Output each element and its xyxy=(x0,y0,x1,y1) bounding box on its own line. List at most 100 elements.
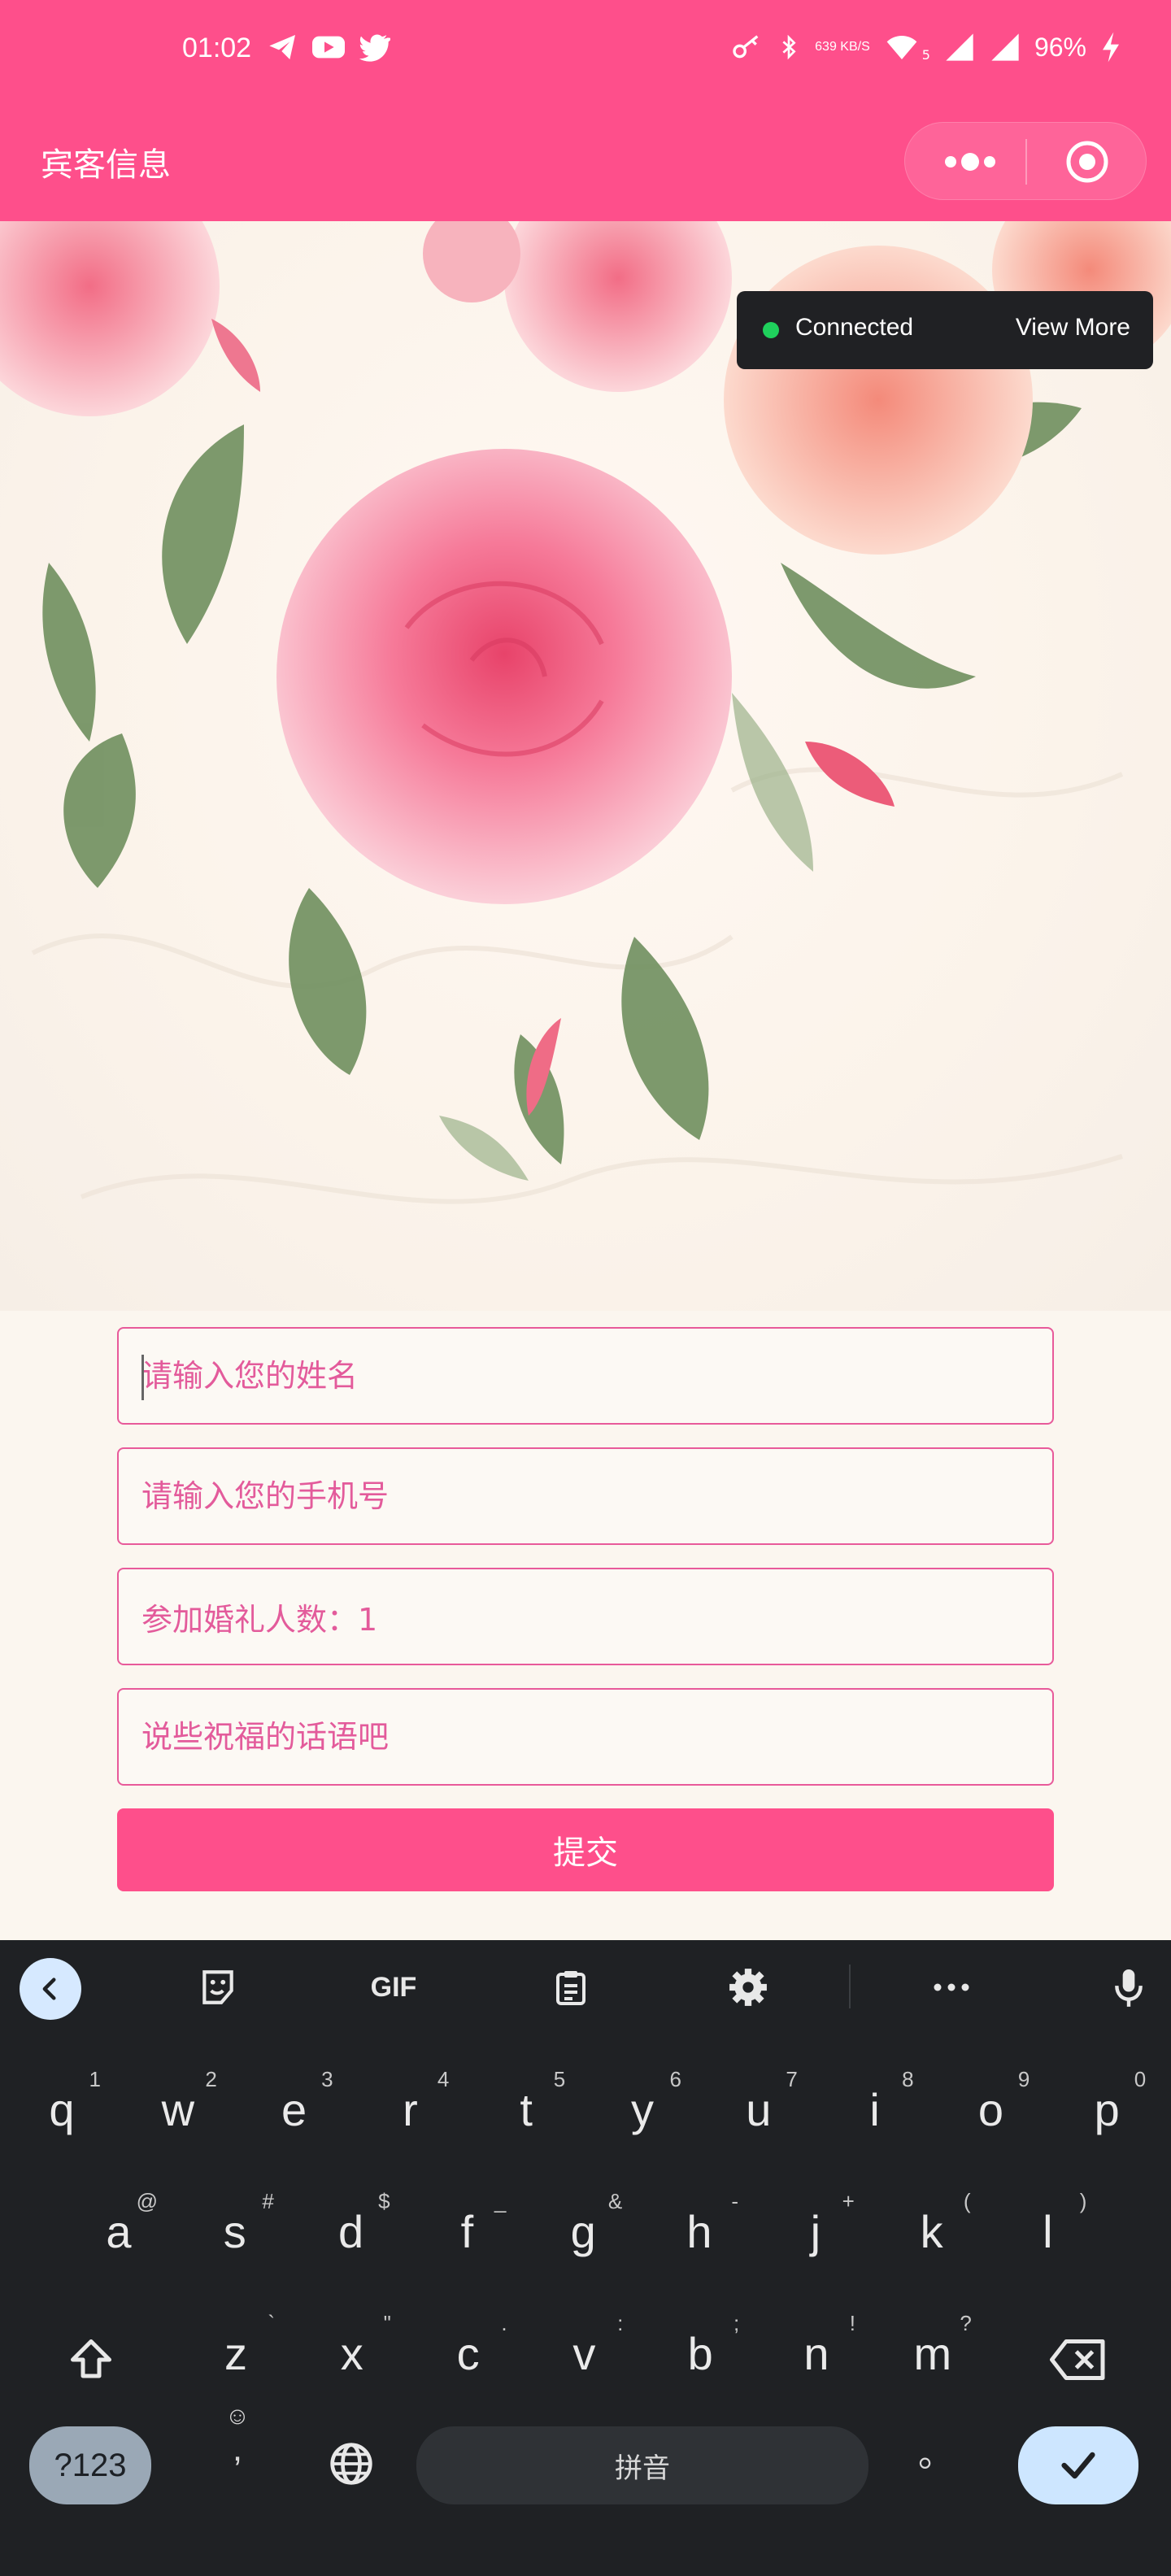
key-b[interactable]: b; xyxy=(651,2295,749,2400)
key-alt-symbol: # xyxy=(262,2189,274,2213)
toolbar-divider xyxy=(849,1965,851,2008)
key-d[interactable]: d $ xyxy=(303,2173,400,2278)
emoji-icon: ☺ xyxy=(224,2403,250,2430)
key-f[interactable]: f _ xyxy=(418,2173,516,2278)
key-t[interactable]: t5 xyxy=(477,2051,575,2156)
voice-input-button[interactable] xyxy=(1106,1965,1151,2010)
twitter-icon xyxy=(359,34,390,62)
key-y[interactable]: y6 xyxy=(594,2051,691,2156)
keyboard-row-2: a @ s # d $ f _ g & h - j + k(l) xyxy=(0,2173,1171,2295)
gear-icon xyxy=(729,1969,767,2006)
key-alt-symbol: 1 xyxy=(89,2067,101,2091)
key-alt-symbol: : xyxy=(617,2311,624,2335)
network-speed: 639 KB/S xyxy=(815,40,870,54)
connected-status-dot xyxy=(763,322,779,338)
key-o[interactable]: o9 xyxy=(942,2051,1039,2156)
key-q[interactable]: q1 xyxy=(13,2051,111,2156)
key-p[interactable]: p0 xyxy=(1058,2051,1156,2156)
guest-count-input[interactable] xyxy=(119,1569,1052,1664)
status-right-icons: 639 KB/S 5 96% xyxy=(730,31,1122,63)
soft-keyboard: GIF q1w2e3r4t5y6u7i8o9p0 a @ s # d $ f _ g & h - j + k… xyxy=(0,1940,1171,2576)
close-mini-program-icon[interactable] xyxy=(1064,139,1110,185)
status-time: 01:02 xyxy=(182,33,252,63)
key-w[interactable]: w2 xyxy=(129,2051,227,2156)
key-c[interactable]: c. xyxy=(420,2295,517,2400)
name-field-container xyxy=(117,1327,1054,1425)
signal-icon xyxy=(991,33,1019,61)
blessing-input[interactable] xyxy=(119,1690,1052,1784)
comma-label: , xyxy=(232,2429,243,2469)
more-icon[interactable] xyxy=(938,146,1003,178)
connection-toast: Connected View More xyxy=(737,291,1153,369)
key-alt-symbol: 5 xyxy=(553,2067,566,2091)
symbols-key[interactable]: ?123 xyxy=(29,2426,151,2504)
key-alt-symbol: - xyxy=(731,2189,738,2213)
keyboard-toolbar: GIF xyxy=(0,1940,1171,2034)
capsule-divider xyxy=(1025,139,1027,185)
youtube-icon xyxy=(312,36,345,59)
clipboard-icon xyxy=(556,1971,586,2005)
key-x[interactable]: x " xyxy=(303,2295,401,2400)
key-l[interactable]: l) xyxy=(999,2173,1096,2278)
blessing-field-container xyxy=(117,1688,1054,1786)
battery-level: 96% xyxy=(1034,32,1086,62)
key-j[interactable]: j + xyxy=(767,2173,864,2278)
more-options-button[interactable] xyxy=(929,1965,974,2010)
gif-button[interactable]: GIF xyxy=(361,1965,426,2010)
key-i[interactable]: i8 xyxy=(826,2051,924,2156)
globe-icon[interactable] xyxy=(329,2441,374,2487)
key-u[interactable]: u7 xyxy=(710,2051,808,2156)
keyboard-back-button[interactable] xyxy=(20,1958,81,2020)
key-alt-symbol: _ xyxy=(494,2189,507,2213)
key-v[interactable]: v: xyxy=(535,2295,633,2400)
backspace-key[interactable] xyxy=(1038,2319,1119,2400)
key-alt-symbol: @ xyxy=(136,2189,158,2213)
sticker-button[interactable] xyxy=(195,1965,241,2010)
key-alt-symbol: 3 xyxy=(321,2067,333,2091)
period-key[interactable]: 。 xyxy=(916,2425,956,2498)
wifi-icon xyxy=(886,36,917,59)
microphone-icon xyxy=(1115,1969,1143,2007)
shift-key[interactable] xyxy=(50,2319,132,2400)
settings-button[interactable] xyxy=(725,1965,771,2010)
network-type: 5 xyxy=(921,46,930,63)
keyboard-row-1: q1w2e3r4t5y6u7i8o9p0 xyxy=(0,2051,1171,2173)
enter-key[interactable] xyxy=(1018,2426,1138,2504)
key-alt-symbol: " xyxy=(383,2311,391,2335)
key-alt-symbol: 2 xyxy=(205,2067,217,2091)
comma-key[interactable]: ☺ , xyxy=(213,2400,262,2498)
key-alt-symbol: 7 xyxy=(786,2067,798,2091)
key-a[interactable]: a @ xyxy=(70,2173,168,2278)
guest-info-form: 提交 xyxy=(117,1327,1054,1891)
mini-program-capsule xyxy=(904,122,1147,200)
key-k[interactable]: k( xyxy=(883,2173,981,2278)
key-alt-symbol: ; xyxy=(733,2311,740,2335)
text-cursor xyxy=(141,1355,144,1400)
key-z[interactable]: z ` xyxy=(187,2295,285,2400)
key-s[interactable]: s # xyxy=(186,2173,284,2278)
key-r[interactable]: r4 xyxy=(361,2051,459,2156)
key-alt-symbol: ( xyxy=(963,2189,971,2213)
key-alt-symbol: 0 xyxy=(1134,2067,1147,2091)
key-alt-symbol: $ xyxy=(378,2189,390,2213)
key-m[interactable]: m? xyxy=(884,2295,982,2400)
key-alt-symbol: . xyxy=(501,2311,507,2335)
key-n[interactable]: n! xyxy=(768,2295,865,2400)
phone-field-container xyxy=(117,1447,1054,1545)
name-input[interactable] xyxy=(119,1329,1052,1423)
key-alt-symbol: & xyxy=(607,2189,623,2213)
hero-floral-image xyxy=(0,221,1171,1311)
key-h[interactable]: h- xyxy=(651,2173,748,2278)
top-bar: 01:02 639 KB/S 5 96% 宾客信息 xyxy=(0,0,1171,221)
key-alt-symbol: 6 xyxy=(669,2067,681,2091)
view-more-link[interactable]: View More xyxy=(1016,314,1130,342)
clipboard-button[interactable] xyxy=(548,1965,594,2010)
submit-button[interactable]: 提交 xyxy=(117,1808,1054,1891)
telegram-icon xyxy=(269,35,295,59)
key-e[interactable]: e3 xyxy=(246,2051,343,2156)
space-key[interactable]: 拼音 xyxy=(416,2426,868,2504)
phone-input[interactable] xyxy=(119,1449,1052,1543)
key-g[interactable]: g & xyxy=(534,2173,632,2278)
key-alt-symbol: ? xyxy=(960,2311,972,2335)
chevron-left-icon xyxy=(42,1978,56,2000)
